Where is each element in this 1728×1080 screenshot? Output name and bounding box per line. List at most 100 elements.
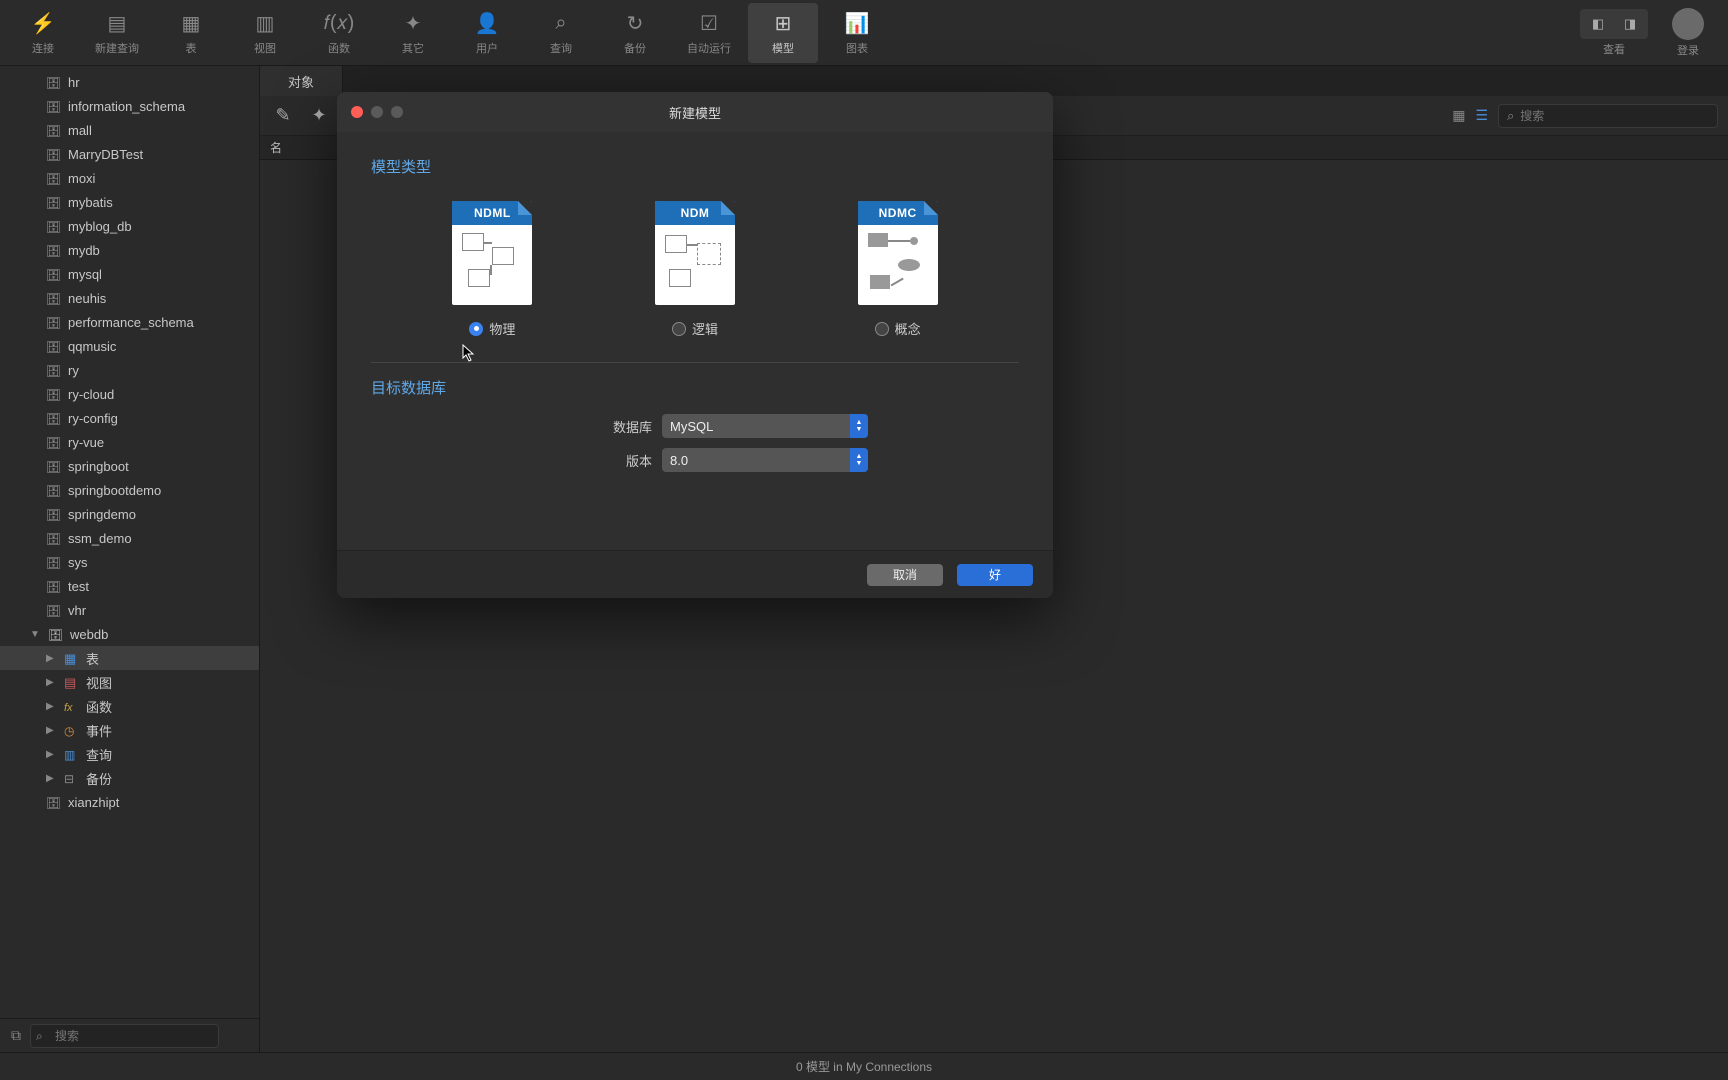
main-toolbar: ⚡连接▤新建查询▦表▥视图𝑓(𝑥)函数✦其它👤用户⌕查询↻备份☑自动运行⊞模型📊… — [0, 0, 1728, 66]
database-icon — [46, 483, 60, 497]
toolbar-user[interactable]: 👤用户 — [452, 3, 522, 63]
db-child-view[interactable]: ▶视图 — [0, 670, 259, 694]
db-item[interactable]: MarryDBTest — [0, 142, 259, 166]
chevron-right-icon: ▶ — [46, 701, 56, 712]
new-model-dialog: 新建模型 模型类型 NDML 物理 NDM — [337, 92, 1053, 598]
modal-titlebar[interactable]: 新建模型 — [337, 92, 1053, 132]
toolbar-backup[interactable]: ↻备份 — [600, 3, 670, 63]
model-type-concept[interactable]: NDMC 概念 — [858, 201, 938, 338]
toolbar-table[interactable]: ▦表 — [156, 3, 226, 63]
toolbar-connect[interactable]: ⚡连接 — [8, 3, 78, 63]
panel-right-icon[interactable]: ◨ — [1614, 11, 1646, 37]
model-type-physical[interactable]: NDML 物理 — [452, 201, 532, 338]
table-icon: ▦ — [177, 10, 205, 38]
chevron-right-icon: ▶ — [46, 677, 56, 688]
model-icon: ⊞ — [769, 10, 797, 38]
sidebar-search-bar: ⧉ ⌕ — [0, 1018, 259, 1052]
section-target-db: 目标数据库 — [371, 377, 1019, 398]
db-child-event[interactable]: ▶事件 — [0, 718, 259, 742]
model-type-logical[interactable]: NDM 逻辑 — [655, 201, 735, 338]
db-label: 数据库 — [522, 417, 652, 436]
avatar-icon — [1672, 8, 1704, 40]
db-item[interactable]: qqmusic — [0, 334, 259, 358]
database-icon — [46, 147, 60, 161]
db-item[interactable]: mall — [0, 118, 259, 142]
db-child-backup[interactable]: ▶备份 — [0, 766, 259, 790]
chevron-right-icon: ▶ — [46, 653, 56, 664]
toolbar-model[interactable]: ⊞模型 — [748, 3, 818, 63]
toolbar-view[interactable]: ▥视图 — [230, 3, 300, 63]
db-item[interactable]: springbootdemo — [0, 478, 259, 502]
db-item[interactable]: performance_schema — [0, 310, 259, 334]
panel-left-icon[interactable]: ◧ — [1582, 11, 1614, 37]
database-icon — [46, 435, 60, 449]
db-item[interactable]: ry-config — [0, 406, 259, 430]
database-icon — [46, 123, 60, 137]
db-item[interactable]: springboot — [0, 454, 259, 478]
chevron-right-icon: ▶ — [46, 725, 56, 736]
toolbar-autorun[interactable]: ☑自动运行 — [674, 3, 744, 63]
database-icon — [46, 507, 60, 521]
db-item[interactable]: myblog_db — [0, 214, 259, 238]
toolbar-other[interactable]: ✦其它 — [378, 3, 448, 63]
radio-logical[interactable] — [672, 322, 686, 336]
db-item[interactable]: ry-cloud — [0, 382, 259, 406]
db-item[interactable]: mybatis — [0, 190, 259, 214]
section-model-type: 模型类型 — [371, 156, 1019, 177]
db-item[interactable]: mysql — [0, 262, 259, 286]
view-toggle[interactable]: ◧ ◨ — [1580, 9, 1648, 39]
database-open-icon — [48, 627, 62, 641]
db-child-fx[interactable]: ▶函数 — [0, 694, 259, 718]
db-item[interactable]: vhr — [0, 598, 259, 622]
new-icon[interactable]: ✦ — [306, 103, 332, 129]
db-item[interactable]: mydb — [0, 238, 259, 262]
db-item[interactable]: xianzhipt — [0, 790, 259, 814]
database-icon — [46, 291, 60, 305]
db-child-query[interactable]: ▶查询 — [0, 742, 259, 766]
database-icon — [46, 315, 60, 329]
event-icon — [64, 723, 78, 737]
design-icon[interactable]: ✎ — [270, 103, 296, 129]
db-item[interactable]: test — [0, 574, 259, 598]
db-item-expanded[interactable]: ▼webdb — [0, 622, 259, 646]
content-search-input[interactable] — [1520, 109, 1709, 123]
db-item[interactable]: neuhis — [0, 286, 259, 310]
version-select[interactable]: 8.0 ▲▼ — [662, 448, 868, 472]
database-icon — [46, 795, 60, 809]
db-item[interactable]: ry — [0, 358, 259, 382]
database-select[interactable]: MySQL ▲▼ — [662, 414, 868, 438]
connect-icon: ⚡ — [29, 10, 57, 38]
db-item[interactable]: ssm_demo — [0, 526, 259, 550]
toolbar-chart[interactable]: 📊图表 — [822, 3, 892, 63]
database-icon — [46, 459, 60, 473]
sidebar-search-input[interactable] — [30, 1024, 219, 1048]
divider — [371, 362, 1019, 363]
grid-view-icon[interactable]: ▦ — [1452, 107, 1465, 124]
ok-button[interactable]: 好 — [957, 564, 1033, 586]
login-button[interactable]: 登录 — [1656, 8, 1720, 58]
database-icon — [46, 339, 60, 353]
database-icon — [46, 363, 60, 377]
db-child-table[interactable]: ▶表 — [0, 646, 259, 670]
status-bar: 0 模型 in My Connections — [0, 1052, 1728, 1080]
radio-concept[interactable] — [875, 322, 889, 336]
radio-physical[interactable] — [469, 322, 483, 336]
other-icon: ✦ — [399, 10, 427, 38]
db-item[interactable]: springdemo — [0, 502, 259, 526]
db-item[interactable]: sys — [0, 550, 259, 574]
db-item[interactable]: moxi — [0, 166, 259, 190]
stack-icon[interactable]: ⧉ — [6, 1027, 26, 1044]
query-icon: ⌕ — [547, 10, 575, 38]
view-icon — [64, 675, 78, 689]
toolbar-function[interactable]: 𝑓(𝑥)函数 — [304, 3, 374, 63]
db-item[interactable]: information_schema — [0, 94, 259, 118]
toolbar-newquery[interactable]: ▤新建查询 — [82, 3, 152, 63]
list-view-icon[interactable]: ☰ — [1475, 107, 1488, 124]
cancel-button[interactable]: 取消 — [867, 564, 943, 586]
db-item[interactable]: hr — [0, 70, 259, 94]
tab-objects[interactable]: 对象 — [260, 66, 343, 96]
db-item[interactable]: ry-vue — [0, 430, 259, 454]
toolbar-query[interactable]: ⌕查询 — [526, 3, 596, 63]
sidebar: hrinformation_schemamallMarryDBTestmoxim… — [0, 66, 260, 1052]
function-icon: 𝑓(𝑥) — [325, 10, 353, 38]
